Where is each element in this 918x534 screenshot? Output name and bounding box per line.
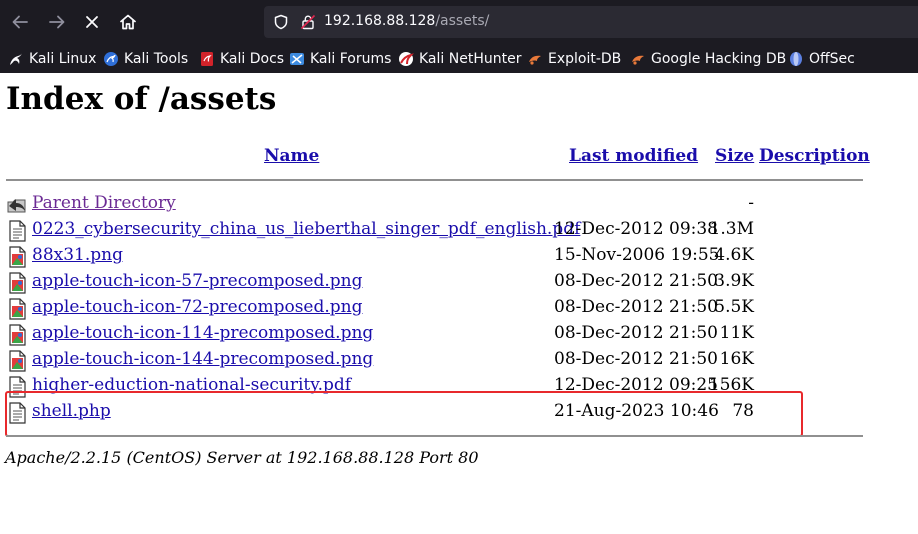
table-row: apple-touch-icon-144-precomposed.png 08-… [0, 348, 918, 374]
bookmark-offsec[interactable]: OffSec [788, 49, 855, 69]
table-row: 88x31.png 15-Nov-2006 19:55 4.6K [0, 244, 918, 270]
bookmarks-toolbar: Kali Linux Kali Tools Kali Docs Kali For… [0, 44, 918, 73]
highlight-box [5, 391, 803, 437]
table-row: apple-touch-icon-57-precomposed.png 08-D… [0, 270, 918, 296]
parent-directory-link[interactable]: Parent Directory [32, 193, 176, 213]
file-date: 15-Nov-2006 19:55 [554, 245, 720, 265]
file-size: 11K [719, 323, 754, 343]
close-icon [86, 16, 98, 28]
bookmark-kali-tools[interactable]: Kali Tools [103, 49, 188, 69]
bookmark-label: Kali Forums [310, 51, 392, 67]
image-file-icon [9, 350, 26, 372]
image-file-icon [9, 298, 26, 320]
bookmark-kali-forums[interactable]: Kali Forums [289, 49, 391, 69]
bookmark-label: Exploit-DB [548, 51, 622, 67]
file-link[interactable]: apple-touch-icon-144-precomposed.png [32, 349, 373, 369]
table-row: Parent Directory - [0, 192, 918, 218]
image-file-icon [9, 272, 26, 294]
url-text[interactable]: 192.168.88.128/assets/ [324, 13, 489, 29]
bookmark-kali-linux[interactable]: Kali Linux [8, 49, 96, 69]
kali-forums-icon [290, 53, 304, 65]
document-file-icon [9, 220, 26, 242]
back-button[interactable] [6, 8, 34, 36]
kali-tools-icon [104, 52, 118, 66]
bookmark-label: Kali NetHunter [419, 51, 522, 67]
table-row: apple-touch-icon-114-precomposed.png 08-… [0, 322, 918, 348]
file-date: 08-Dec-2012 21:50 [554, 349, 718, 369]
kali-nethunter-icon [399, 52, 414, 66]
ghdb-icon [632, 55, 644, 65]
stop-button[interactable] [78, 8, 106, 36]
back-folder-icon [7, 199, 26, 213]
column-header-description[interactable]: Description [759, 146, 870, 166]
offsec-icon [790, 52, 802, 66]
bookmark-kali-docs[interactable]: Kali Docs [199, 49, 284, 69]
file-link[interactable]: apple-touch-icon-57-precomposed.png [32, 271, 362, 291]
image-file-icon [9, 246, 26, 268]
bookmark-exploit-db[interactable]: Exploit-DB [527, 49, 621, 69]
file-size: 16K [719, 349, 754, 369]
page-title: Index of /assets [6, 81, 277, 117]
table-row: apple-touch-icon-72-precomposed.png 08-D… [0, 296, 918, 322]
browser-toolbar: 192.168.88.128/assets/ [0, 0, 918, 44]
arrow-right-icon [49, 15, 65, 29]
exploit-db-icon [529, 55, 541, 65]
file-link[interactable]: apple-touch-icon-114-precomposed.png [32, 323, 373, 343]
shield-icon[interactable] [273, 14, 289, 30]
url-host: 192.168.88.128 [324, 13, 436, 29]
file-size: 1.3M [709, 219, 754, 239]
file-date: 08-Dec-2012 21:50 [554, 271, 718, 291]
file-date: 12-Dec-2012 09:38 [554, 219, 718, 239]
image-file-icon [9, 324, 26, 346]
bookmark-label: Kali Linux [29, 51, 97, 67]
file-date: 08-Dec-2012 21:50 [554, 297, 718, 317]
arrow-left-icon [12, 15, 28, 29]
column-header-size[interactable]: Size [715, 146, 754, 166]
file-link[interactable]: apple-touch-icon-72-precomposed.png [32, 297, 362, 317]
url-path: /assets/ [435, 13, 490, 29]
home-button[interactable] [114, 8, 142, 36]
kali-dragon-icon [10, 53, 22, 65]
file-size: 5.5K [714, 297, 754, 317]
server-signature: Apache/2.2.15 (CentOS) Server at 192.168… [5, 448, 479, 467]
bookmark-label: OffSec [809, 51, 855, 67]
column-header-last-modified[interactable]: Last modified [569, 146, 698, 166]
table-row: 0223_cybersecurity_china_us_lieberthal_s… [0, 218, 918, 244]
header-divider [6, 179, 863, 181]
forward-button[interactable] [43, 8, 71, 36]
file-size: 4.6K [714, 245, 754, 265]
bookmark-label: Kali Docs [220, 51, 285, 67]
address-bar[interactable]: 192.168.88.128/assets/ [264, 6, 918, 38]
column-header-name[interactable]: Name [264, 146, 319, 166]
home-icon [120, 14, 136, 30]
file-date: 08-Dec-2012 21:50 [554, 323, 718, 343]
footer-divider [6, 435, 863, 437]
bookmark-kali-nethunter[interactable]: Kali NetHunter [398, 49, 521, 69]
file-size: - [748, 193, 754, 213]
file-size: 3.9K [714, 271, 754, 291]
insecure-lock-icon[interactable] [300, 14, 316, 30]
kali-docs-icon [201, 52, 213, 66]
bookmark-google-hacking-db[interactable]: Google Hacking DB [630, 49, 786, 69]
bookmark-label: Kali Tools [124, 51, 189, 67]
file-link[interactable]: 0223_cybersecurity_china_us_lieberthal_s… [32, 219, 580, 239]
file-link[interactable]: 88x31.png [32, 245, 123, 265]
bookmark-label: Google Hacking DB [651, 51, 787, 67]
